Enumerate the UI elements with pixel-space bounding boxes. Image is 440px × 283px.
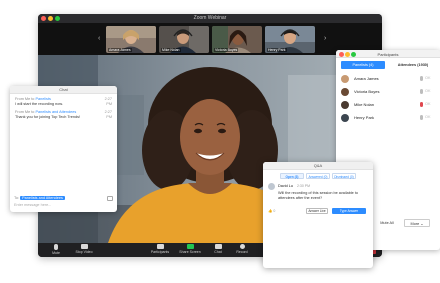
share-screen-label: Share Screen: [179, 250, 201, 254]
participant-status: OK: [425, 102, 431, 106]
participant-row[interactable]: Amara James OK: [341, 74, 435, 84]
share-screen-button[interactable]: Share Screen: [176, 244, 204, 256]
window-title: Zoom Webinar: [193, 15, 227, 21]
tab-attendees[interactable]: Attendees (1930): [389, 61, 437, 69]
participants-titlebar: Participants: [336, 50, 440, 58]
record-label: Record: [236, 250, 248, 254]
qa-title: Q&A: [263, 162, 373, 170]
microphone-icon[interactable]: [420, 115, 423, 120]
record-icon: [239, 244, 245, 249]
thumbnail-name: Mike Nolan: [161, 48, 181, 52]
more-button[interactable]: More ⌄: [404, 219, 430, 227]
chat-message-text: Thank you for joining Top Tech Trends!: [15, 115, 81, 119]
thumbnail-name: Henry Park: [267, 48, 287, 52]
chat-recipient-row: To: Panelists and Attendees: [14, 196, 113, 201]
microphone-icon: [54, 244, 58, 250]
participant-row[interactable]: Mike Nolan OK: [341, 100, 435, 110]
video-thumbnail[interactable]: Victoria Boyes: [212, 26, 262, 53]
chat-message: From Me to Panelists 2:27 PM I will star…: [15, 97, 112, 107]
thumbnail-name: Amara James: [108, 48, 132, 52]
mute-label: Mute: [52, 251, 60, 255]
participant-status: OK: [425, 76, 431, 80]
avatar: [341, 88, 349, 96]
stop-video-label: Stop Video: [75, 250, 93, 254]
avatar: [341, 114, 349, 122]
thumbnail-name: Victoria Boyes: [214, 48, 239, 52]
chat-message-text: I will start the recording now.: [15, 102, 63, 106]
participant-status: OK: [425, 89, 431, 93]
avatar: [268, 183, 275, 190]
chevron-left-icon[interactable]: ‹: [98, 35, 100, 42]
stop-video-button[interactable]: Stop Video: [70, 244, 98, 256]
mute-all-button[interactable]: Mute All: [373, 219, 401, 227]
chat-message-from: From Me to: [15, 110, 35, 114]
chat-panel: Chat From Me to Panelists 2:27 PM I will…: [10, 86, 117, 212]
chat-message-input[interactable]: Enter message here...: [14, 203, 113, 207]
chat-title: Chat: [10, 86, 117, 94]
file-icon[interactable]: [107, 196, 113, 201]
participant-name: Henry Park: [354, 115, 375, 120]
video-thumbnail[interactable]: Amara James: [106, 26, 156, 53]
chat-message-time: 2:27 PM: [104, 110, 112, 119]
participant-status: OK: [425, 115, 431, 119]
question-author: David Lu: [278, 184, 293, 188]
answer-live-button[interactable]: Answer Live: [306, 208, 328, 214]
microphone-icon[interactable]: [420, 89, 423, 94]
chat-message-recipient: Panelists: [35, 97, 51, 101]
window-titlebar: Zoom Webinar: [38, 14, 382, 23]
video-thumbnail[interactable]: Henry Park: [265, 26, 315, 53]
question-text: Will the recording of this session be av…: [278, 191, 358, 200]
chat-to-label: To:: [14, 196, 20, 200]
participants-button[interactable]: Participants: [146, 244, 174, 256]
mute-button[interactable]: Mute: [42, 244, 70, 256]
chat-message: From Me to Panelists and Attendees 2:27 …: [15, 110, 112, 120]
type-answer-button[interactable]: Type Answer: [332, 208, 366, 214]
tab-panelists[interactable]: Panelists (4): [341, 61, 385, 69]
chat-icon: [214, 244, 222, 249]
participant-name: Amara James: [354, 76, 379, 81]
thumbs-up-icon[interactable]: 👍 0: [268, 209, 275, 213]
participants-title: Participants: [377, 51, 399, 57]
participant-row[interactable]: Victoria Boyes OK: [341, 87, 435, 97]
participants-label: Participants: [150, 250, 170, 254]
participant-name: Victoria Boyes: [354, 89, 380, 94]
avatar: [341, 101, 349, 109]
qa-panel: Q&A Open (3) Answered (0) Dismissed (0) …: [263, 162, 373, 268]
chevron-right-icon[interactable]: ›: [324, 35, 326, 42]
chat-message-from: From Me to: [15, 97, 35, 101]
video-thumbnail-strip: ‹ Amara James Mike Nolan Victoria Boyes …: [38, 23, 382, 55]
tab-answered[interactable]: Answered (0): [306, 173, 330, 179]
record-button[interactable]: Record: [228, 244, 256, 256]
avatar: [341, 75, 349, 83]
video-camera-icon: [80, 244, 88, 249]
microphone-icon[interactable]: [420, 76, 423, 81]
chat-message-recipient: Panelists and Attendees: [35, 110, 77, 114]
question-time: 2:30 PM: [297, 184, 311, 188]
participant-row[interactable]: Henry Park OK: [341, 113, 435, 123]
tab-open[interactable]: Open (3): [280, 173, 304, 179]
microphone-muted-icon[interactable]: [420, 102, 423, 107]
participants-icon: [156, 244, 164, 249]
share-screen-icon: [186, 244, 194, 249]
video-thumbnail[interactable]: Mike Nolan: [159, 26, 209, 53]
chat-message-time: 2:27 PM: [104, 97, 112, 106]
participant-name: Mike Nolan: [354, 102, 375, 107]
tab-dismissed[interactable]: Dismissed (0): [332, 173, 356, 179]
chat-recipient-select[interactable]: Panelists and Attendees: [20, 196, 65, 200]
